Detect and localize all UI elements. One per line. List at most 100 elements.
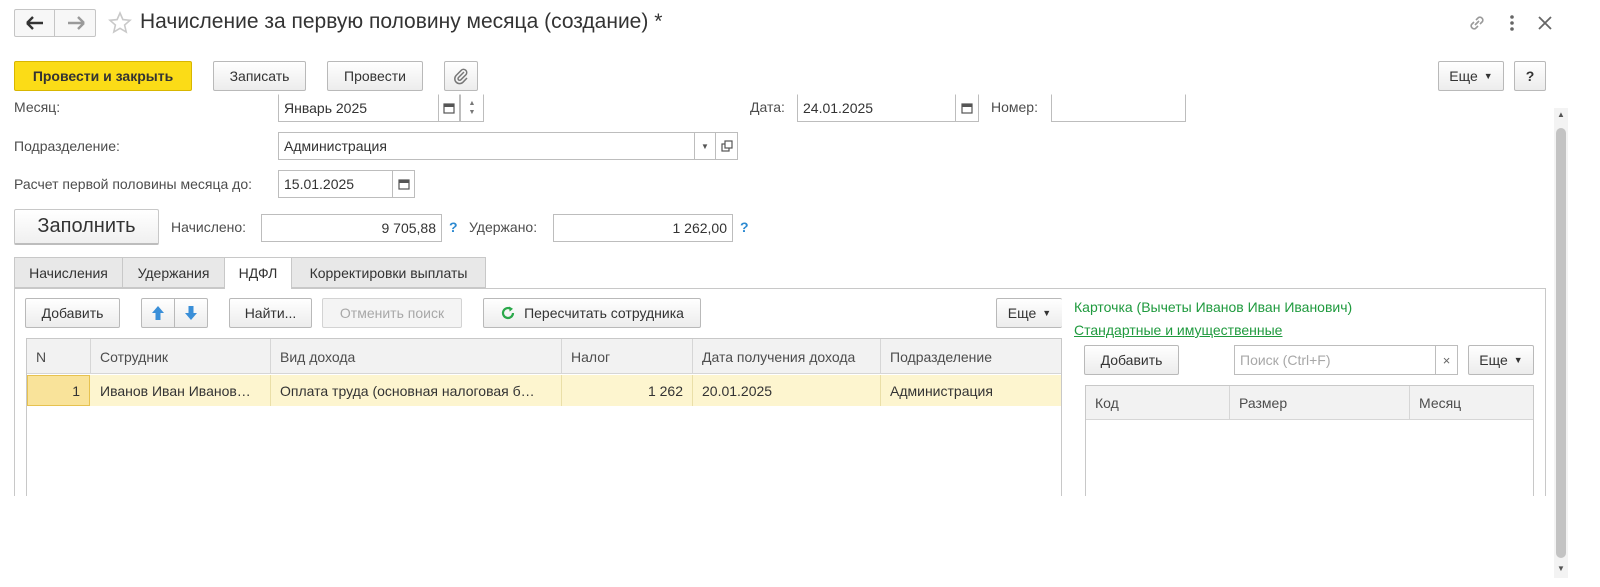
column-header-amount[interactable]: Размер (1230, 386, 1410, 420)
tab-payment-adjustments[interactable]: Корректировки выплаты (291, 257, 486, 288)
card-more-button[interactable]: Еще ▼ (1468, 345, 1534, 375)
tab-strip: Начисления Удержания НДФЛ Корректировки … (14, 257, 1546, 289)
back-button[interactable] (15, 10, 55, 36)
number-field[interactable] (1051, 94, 1186, 122)
cell-income-date[interactable]: 20.01.2025 (693, 375, 881, 406)
forward-button[interactable] (56, 10, 96, 36)
cell-employee[interactable]: Иванов Иван Иванов… (91, 375, 271, 406)
card-deductions-link[interactable]: Стандартные и имущественные (1074, 322, 1282, 338)
ndfl-table: N Сотрудник Вид дохода Налог Дата получе… (26, 338, 1062, 508)
column-header-tax[interactable]: Налог (562, 339, 693, 374)
withheld-label: Удержано: (469, 219, 538, 235)
column-header-n[interactable]: N (27, 339, 91, 374)
column-header-month[interactable]: Месяц (1410, 386, 1533, 420)
active-tab-cover (225, 287, 291, 290)
card-more-label: Еще (1479, 352, 1508, 368)
favorite-star-icon[interactable] (108, 11, 132, 35)
column-header-department[interactable]: Подразделение (881, 339, 1061, 374)
date-field[interactable]: 24.01.2025 (797, 94, 956, 122)
tab-accruals[interactable]: Начисления (14, 257, 123, 288)
ndfl-more-label: Еще (1007, 305, 1037, 321)
clear-x-icon: × (1442, 352, 1451, 368)
card-search-placeholder: Поиск (Ctrl+F) (1240, 352, 1331, 368)
card-search-input[interactable]: Поиск (Ctrl+F) (1234, 345, 1436, 375)
open-window-icon (720, 140, 733, 152)
help-button[interactable]: ? (1514, 61, 1546, 91)
table-header: N Сотрудник Вид дохода Налог Дата получе… (27, 339, 1061, 374)
refresh-icon (501, 306, 515, 320)
find-button[interactable]: Найти... (229, 298, 312, 328)
department-field[interactable]: Администрация (278, 132, 695, 160)
vertical-scrollbar[interactable]: ▲ ▼ (1554, 108, 1568, 578)
cell-tax[interactable]: 1 262 (562, 375, 693, 406)
calc-until-label: Расчет первой половины месяца до: (14, 176, 252, 192)
more-vertical-icon[interactable] (1502, 12, 1522, 34)
chevron-down-icon: ▼ (1513, 355, 1523, 365)
month-stepper[interactable]: ▲ ▼ (460, 94, 484, 122)
cell-n[interactable]: 1 (27, 375, 90, 406)
arrow-down-icon (185, 306, 197, 320)
card-table: Код Размер Месяц (1085, 385, 1534, 508)
calendar-icon (443, 103, 455, 114)
table-row[interactable]: 1 Иванов Иван Иванов… Оплата труда (осно… (27, 375, 1061, 406)
move-down-button[interactable] (174, 298, 208, 328)
window-title: Начисление за первую половину месяца (со… (140, 10, 663, 33)
month-calendar-button[interactable] (438, 94, 460, 122)
ndfl-more-button[interactable]: Еще ▼ (996, 298, 1062, 328)
department-dropdown-button[interactable]: ▼ (694, 132, 716, 160)
card-table-header: Код Размер Месяц (1086, 386, 1533, 420)
toolbar-more-button[interactable]: Еще ▼ (1438, 61, 1504, 91)
accrued-field: 9 705,88 (261, 214, 442, 242)
tab-ndfl[interactable]: НДФЛ (224, 257, 292, 289)
recalc-employee-button[interactable]: Пересчитать сотрудника (483, 298, 701, 328)
fill-button[interactable]: Заполнить (14, 209, 159, 245)
card-title: Карточка (Вычеты Иванов Иван Иванович) (1074, 299, 1353, 315)
arrow-right-icon (68, 16, 85, 30)
scroll-up-icon[interactable]: ▲ (1557, 110, 1565, 119)
calc-until-field[interactable]: 15.01.2025 (278, 170, 393, 198)
withheld-help-icon[interactable]: ? (740, 219, 749, 235)
close-icon[interactable] (1534, 12, 1556, 34)
accrued-label: Начислено: (171, 219, 247, 235)
date-calendar-button[interactable] (955, 94, 979, 122)
cancel-search-button[interactable]: Отменить поиск (322, 298, 462, 328)
calendar-icon (961, 103, 973, 114)
withheld-field: 1 262,00 (553, 214, 733, 242)
link-icon[interactable] (1466, 12, 1488, 34)
chevron-down-icon: ▼ (701, 141, 709, 151)
nav-buttons (14, 9, 96, 37)
post-and-close-button[interactable]: Провести и закрыть (14, 61, 192, 91)
number-label: Номер: (991, 99, 1038, 115)
calendar-icon (397, 179, 410, 190)
move-up-button[interactable] (141, 298, 175, 328)
column-header-employee[interactable]: Сотрудник (91, 339, 271, 374)
calc-until-calendar-button[interactable] (392, 170, 415, 198)
chevron-down-icon: ▼ (1042, 308, 1052, 318)
tab-deductions[interactable]: Удержания (122, 257, 225, 288)
date-label: Дата: (750, 99, 785, 115)
toolbar-more-label: Еще (1449, 68, 1478, 84)
post-button[interactable]: Провести (327, 61, 423, 91)
ndfl-add-button[interactable]: Добавить (25, 298, 120, 328)
save-button[interactable]: Записать (213, 61, 306, 91)
recalc-employee-label: Пересчитать сотрудника (524, 305, 684, 321)
cell-income-type[interactable]: Оплата труда (основная налоговая б… (271, 375, 562, 406)
department-label: Подразделение: (14, 138, 120, 154)
month-label: Месяц: (14, 99, 61, 115)
accrued-help-icon[interactable]: ? (449, 219, 458, 235)
column-header-income-date[interactable]: Дата получения дохода (693, 339, 881, 374)
attach-button[interactable] (444, 61, 478, 91)
paperclip-icon (454, 68, 468, 85)
scrollbar-thumb[interactable] (1556, 128, 1566, 558)
arrow-left-icon (25, 16, 43, 30)
column-header-income-type[interactable]: Вид дохода (271, 339, 562, 374)
card-search-clear-button[interactable]: × (1435, 345, 1458, 375)
stepper-down-icon: ▼ (468, 109, 476, 116)
scroll-down-icon[interactable]: ▼ (1557, 564, 1565, 573)
arrow-up-icon (152, 306, 164, 320)
column-header-code[interactable]: Код (1086, 386, 1230, 420)
card-add-button[interactable]: Добавить (1084, 345, 1179, 375)
department-open-button[interactable] (715, 132, 738, 160)
cell-department[interactable]: Администрация (881, 375, 1061, 406)
month-field[interactable]: Январь 2025 (278, 94, 439, 122)
